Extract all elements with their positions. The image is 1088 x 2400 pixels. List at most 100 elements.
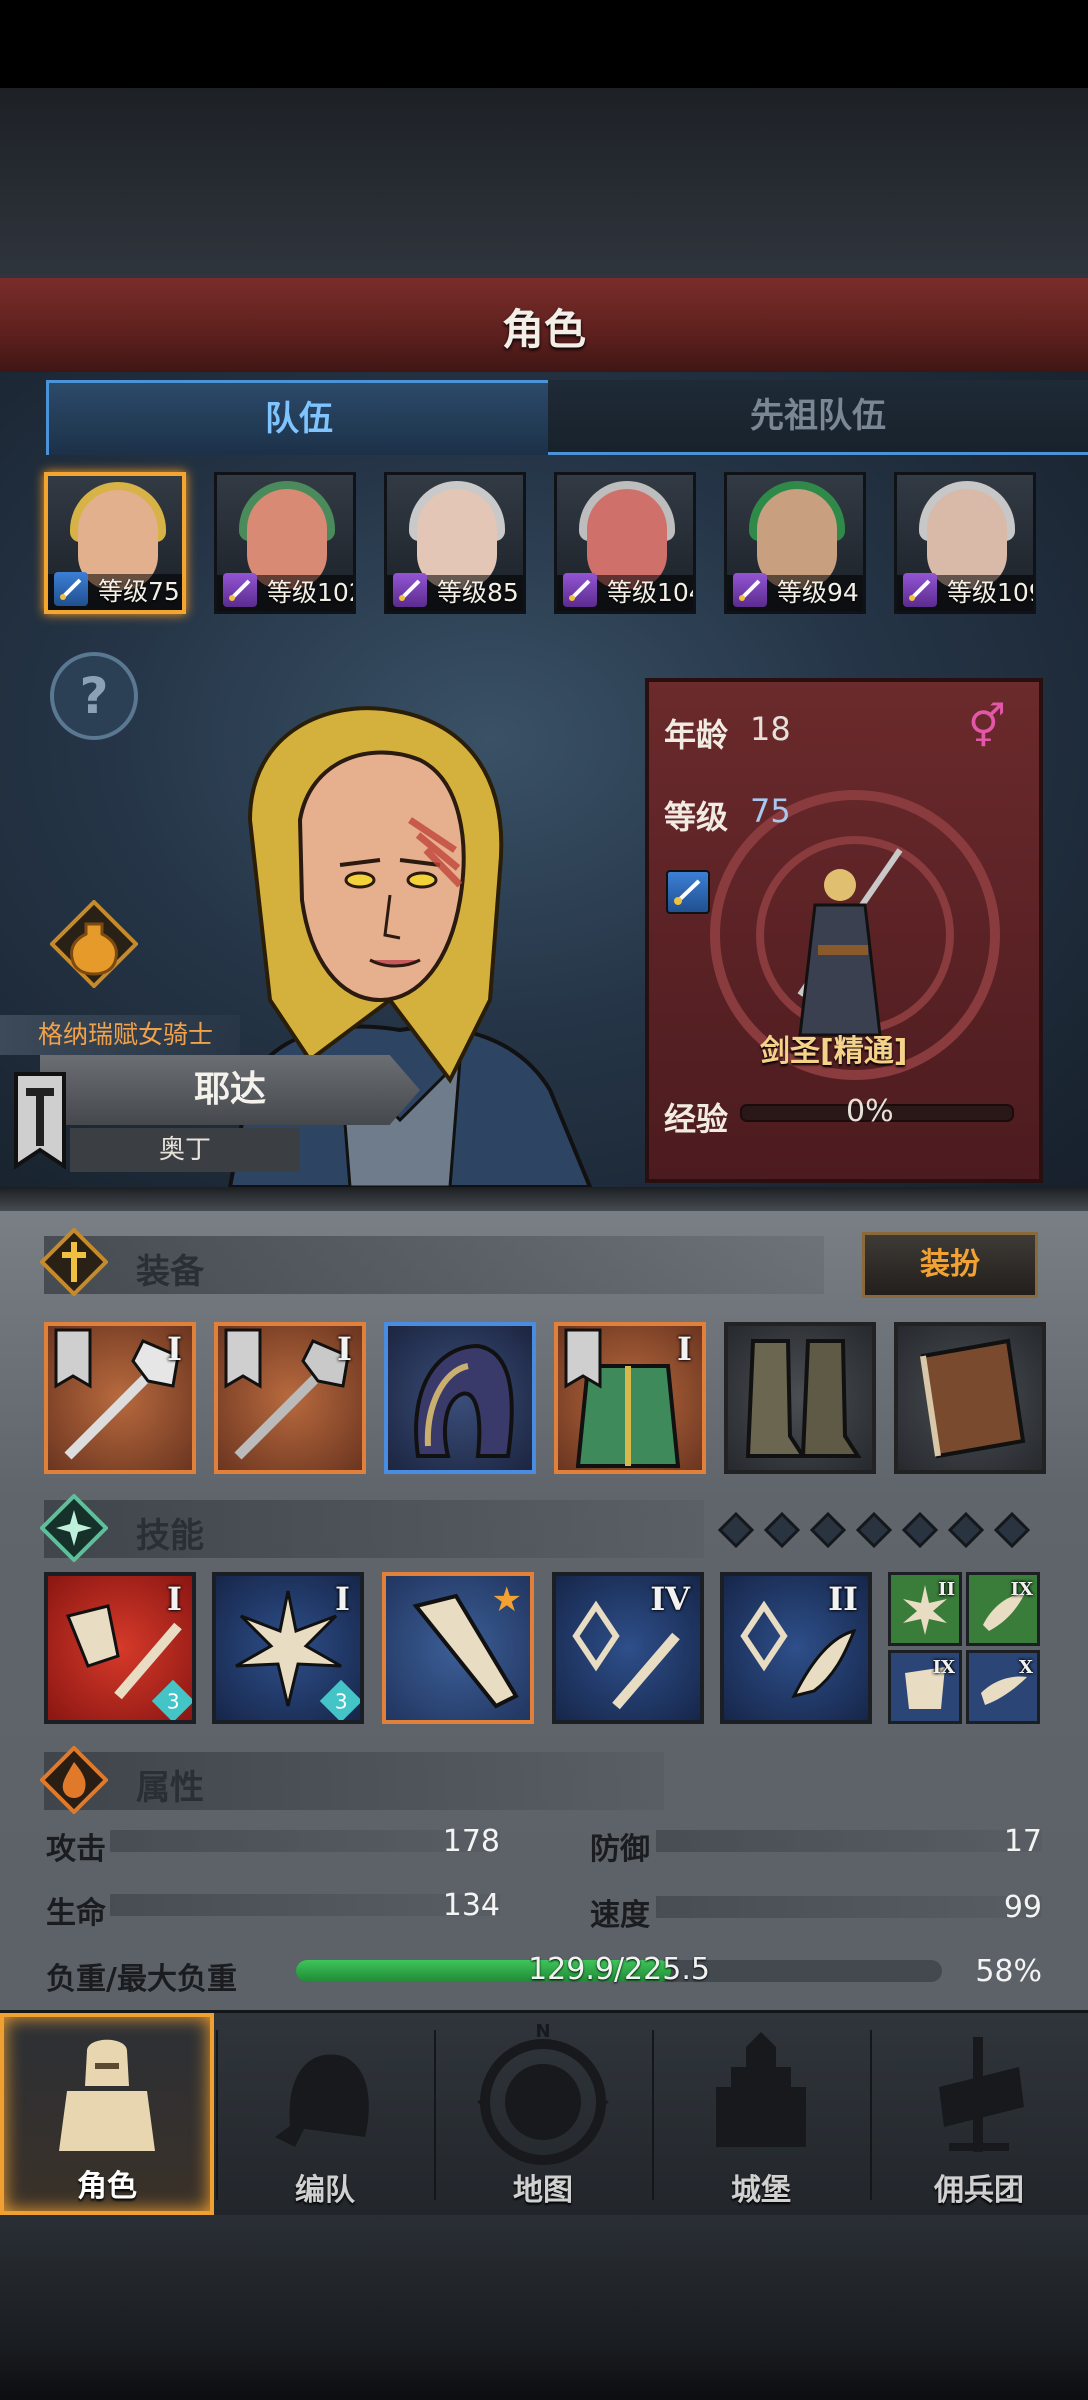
nav-character[interactable]: 角色	[0, 2013, 214, 2215]
exp-label: 经验	[664, 1100, 729, 1138]
bottom-backdrop	[0, 2215, 1088, 2400]
speed-label: 速度	[590, 1898, 650, 1933]
character-surname: 奥丁	[70, 1128, 300, 1172]
roster-hero-3[interactable]: 等级85	[384, 472, 526, 614]
roster-hero-5[interactable]: 等级94	[724, 472, 866, 614]
skill-points-indicator	[717, 1511, 1031, 1549]
nav-map[interactable]: N 地图	[436, 2013, 650, 2215]
roster-hero-1[interactable]: 等级75	[44, 472, 186, 614]
hood-slot[interactable]	[384, 1322, 536, 1474]
skill-slot-5[interactable]: II	[720, 1572, 872, 1724]
title-bar: 角色	[0, 278, 1088, 375]
age-label: 年龄	[664, 716, 729, 754]
tier-label: I	[677, 1330, 692, 1368]
skill-slot-2[interactable]: I 3	[212, 1572, 364, 1724]
cross-icon	[40, 1228, 108, 1296]
tier-label: II	[938, 1579, 955, 1600]
armor-slot[interactable]: I	[554, 1322, 706, 1474]
hero-face	[587, 489, 667, 589]
passive-skill-2[interactable]: IX	[966, 1572, 1040, 1646]
speed-value: 99	[1003, 1890, 1042, 1925]
character-name: 耶达	[40, 1055, 420, 1125]
passive-skill-4[interactable]: X	[966, 1650, 1040, 1724]
staff-class-icon	[223, 573, 257, 607]
potion-icon[interactable]	[49, 899, 139, 989]
hood-icon	[414, 1343, 514, 1458]
sword-class-icon	[54, 572, 88, 606]
class-name: 剑圣[精通]	[760, 1034, 908, 1069]
banner-icon	[14, 1072, 66, 1170]
status-bar-area	[0, 0, 1088, 88]
book-slot[interactable]	[894, 1322, 1046, 1474]
skill-slot-1[interactable]: I 3	[44, 1572, 196, 1724]
equipment-title: 装备	[136, 1252, 204, 1292]
skill-slot-3[interactable]: ★	[382, 1572, 534, 1724]
book-icon	[920, 1338, 1026, 1459]
tier-label: I	[167, 1580, 182, 1618]
hero-face	[757, 489, 837, 589]
defense-label: 防御	[590, 1832, 650, 1867]
skill-slot-4[interactable]: IV	[552, 1572, 704, 1724]
weapon-slot-2[interactable]: I	[214, 1322, 366, 1474]
staff-class-icon	[563, 573, 597, 607]
mercenary-banner-icon	[939, 2037, 1024, 2152]
age-value: 18	[750, 710, 791, 748]
class-figure-icon	[797, 848, 903, 1037]
level-label: 等级	[664, 798, 729, 836]
star-icon: ★	[491, 1580, 522, 1620]
hero-face	[417, 489, 497, 589]
hp-label: 生命	[46, 1896, 106, 1931]
tab-team[interactable]: 队伍	[46, 380, 552, 455]
dress-up-button[interactable]: 装扮	[862, 1232, 1038, 1298]
nav-label: 地图	[513, 2173, 573, 2208]
tier-label: I	[337, 1330, 352, 1368]
defense-value: 17	[1003, 1824, 1042, 1859]
tab-ancestor-team[interactable]: 先祖队伍	[548, 380, 1088, 455]
compass-map-icon: N	[477, 2021, 609, 2165]
staff-class-icon	[903, 573, 937, 607]
knight-icon	[59, 2039, 155, 2151]
gender-icon: ⚥	[968, 702, 1006, 751]
tier-label: IV	[650, 1580, 690, 1618]
tier-label: I	[335, 1580, 350, 1618]
passive-skill-3[interactable]: IX	[888, 1650, 962, 1724]
helmet-icon	[275, 2054, 369, 2147]
top-backdrop	[0, 88, 1088, 278]
roster-hero-4[interactable]: 等级104	[554, 472, 696, 614]
load-percent: 58%	[975, 1954, 1042, 1989]
attack-value: 178	[442, 1824, 500, 1859]
help-button[interactable]: ?	[50, 652, 138, 740]
tier-label: I	[167, 1330, 182, 1368]
nav-castle[interactable]: 城堡	[654, 2013, 868, 2215]
tier-label: X	[1019, 1657, 1033, 1678]
boots-icon	[745, 1339, 862, 1458]
tier-label: IX	[932, 1657, 955, 1678]
staff-class-icon	[393, 573, 427, 607]
passive-skills-grid: II IX IX X	[888, 1572, 1040, 1724]
svg-text:N: N	[535, 2021, 550, 2042]
weapon-slot-1[interactable]: I	[44, 1322, 196, 1474]
hp-value: 134	[442, 1888, 500, 1923]
boots-slot[interactable]	[724, 1322, 876, 1474]
page-title: 角色	[501, 305, 586, 354]
passive-skill-1[interactable]: II	[888, 1572, 962, 1646]
roster-hero-6[interactable]: 等级109	[894, 472, 1036, 614]
attributes-title: 属性	[136, 1768, 204, 1808]
skills-title: 技能	[136, 1516, 204, 1556]
nav-formation[interactable]: 编队	[218, 2013, 432, 2215]
nav-label: 编队	[295, 2173, 355, 2208]
load-label: 负重/最大负重	[46, 1962, 237, 1997]
tier-label: IX	[1010, 1579, 1033, 1600]
tier-label: II	[828, 1580, 858, 1618]
panel-edge	[0, 1187, 1088, 1211]
nav-mercenary[interactable]: 佣兵团	[872, 2013, 1086, 2215]
sword-class-icon	[666, 870, 710, 914]
nav-label: 城堡	[731, 2173, 791, 2208]
castle-icon	[716, 2032, 806, 2147]
attack-label: 攻击	[46, 1832, 106, 1867]
roster-hero-2[interactable]: 等级102	[214, 472, 356, 614]
level-value: 75	[750, 792, 791, 830]
load-value: 129.9/225.5	[528, 1952, 710, 1987]
flame-icon	[40, 1746, 108, 1814]
nav-label: 佣兵团	[934, 2173, 1024, 2208]
